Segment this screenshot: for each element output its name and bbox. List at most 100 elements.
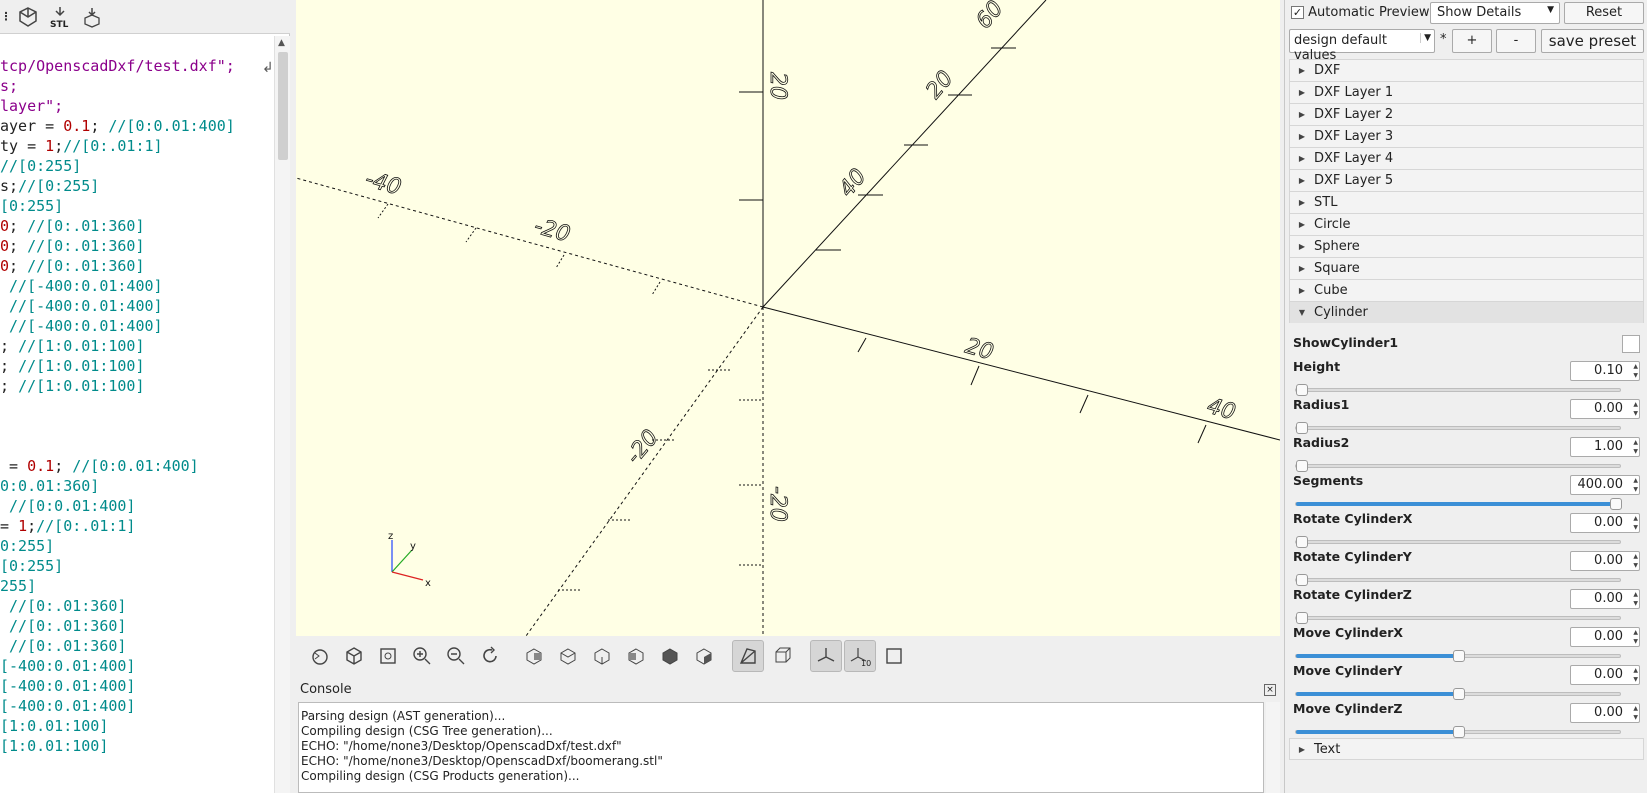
group-header-stl[interactable]: ▶ STL: [1289, 191, 1644, 213]
param-spinbox[interactable]: 0.00 ▲ ▼: [1570, 627, 1640, 647]
preset-select[interactable]: design default values ▼: [1289, 29, 1435, 63]
zoom-out-icon[interactable]: [440, 640, 472, 672]
code-line[interactable]: s;//[0:255]: [0, 176, 274, 196]
group-header-dxf-layer-5[interactable]: ▶ DXF Layer 5: [1289, 169, 1644, 191]
code-line[interactable]: //[0:255]: [0, 156, 274, 176]
show-axes-icon[interactable]: [810, 640, 842, 672]
param-slider[interactable]: [1295, 460, 1621, 472]
param-spinbox[interactable]: 0.00 ▲ ▼: [1570, 551, 1640, 571]
code-line[interactable]: ; //[1:0.01:100]: [0, 356, 274, 376]
code-line[interactable]: 0; //[0:.01:360]: [0, 216, 274, 236]
spin-arrows-icon[interactable]: ▲ ▼: [1633, 590, 1638, 608]
slider-handle[interactable]: [1296, 384, 1308, 396]
slider-handle[interactable]: [1453, 688, 1465, 700]
view-back-icon[interactable]: [688, 640, 720, 672]
slider-handle[interactable]: [1296, 612, 1308, 624]
param-slider[interactable]: [1295, 422, 1621, 434]
param-spinbox[interactable]: 0.00 ▲ ▼: [1570, 589, 1640, 609]
view-top-icon[interactable]: [552, 640, 584, 672]
code-line[interactable]: [-400:0.01:400]: [0, 696, 274, 716]
code-editor[interactable]: ⋮ STL tcp/OpenscadDxf/test.dxf"; s; layer"…: [0, 0, 290, 793]
code-line[interactable]: //[0:.01:360]: [0, 616, 274, 636]
spin-arrows-icon[interactable]: ▲ ▼: [1633, 400, 1638, 418]
code-line[interactable]: = 1;//[0:.01:1]: [0, 516, 274, 536]
code-line[interactable]: ayer = 0.1; //[0:0.01:400]: [0, 116, 274, 136]
spin-arrows-icon[interactable]: ▲ ▼: [1633, 362, 1638, 380]
spin-arrows-icon[interactable]: ▲ ▼: [1633, 552, 1638, 570]
show-cylinder-checkbox[interactable]: [1622, 335, 1640, 353]
code-line[interactable]: = 0.1; //[0:0.01:400]: [0, 456, 274, 476]
spin-arrows-icon[interactable]: ▲ ▼: [1633, 666, 1638, 684]
code-line[interactable]: s;: [0, 76, 274, 96]
group-header-circle[interactable]: ▶ Circle: [1289, 213, 1644, 235]
code-line[interactable]: [1:0.01:100]: [0, 716, 274, 736]
spin-arrows-icon[interactable]: ▲ ▼: [1633, 704, 1638, 722]
group-header-text[interactable]: ▶ Text: [1289, 738, 1644, 760]
slider-handle[interactable]: [1296, 536, 1308, 548]
code-line[interactable]: //[0:.01:360]: [0, 636, 274, 656]
reset-view-icon[interactable]: [474, 640, 506, 672]
render-icon[interactable]: [14, 3, 42, 31]
code-line[interactable]: [0:255]: [0, 196, 274, 216]
view-right-icon[interactable]: [518, 640, 550, 672]
param-slider[interactable]: [1295, 384, 1621, 396]
param-spinbox[interactable]: 0.00 ▲ ▼: [1570, 703, 1640, 723]
code-line[interactable]: 255]: [0, 576, 274, 596]
perspective-icon[interactable]: [732, 640, 764, 672]
automatic-preview-checkbox[interactable]: ✓ Automatic Preview: [1291, 5, 1430, 20]
view-left-icon[interactable]: [620, 640, 652, 672]
code-line[interactable]: layer";: [0, 96, 274, 116]
code-line[interactable]: ; //[1:0.01:100]: [0, 376, 274, 396]
console-scrollbar[interactable]: [1266, 702, 1280, 793]
code-line[interactable]: [0, 416, 274, 436]
param-spinbox[interactable]: 0.00 ▲ ▼: [1570, 399, 1640, 419]
editor-scrollbar[interactable]: ▲: [274, 36, 290, 793]
code-line[interactable]: [0, 36, 274, 56]
code-line[interactable]: [1:0.01:100]: [0, 736, 274, 756]
group-text[interactable]: ▶ Text: [1289, 738, 1644, 760]
reset-button[interactable]: Reset: [1564, 2, 1644, 24]
param-spinbox[interactable]: 0.00 ▲ ▼: [1570, 665, 1640, 685]
code-line[interactable]: tcp/OpenscadDxf/test.dxf";: [0, 56, 274, 76]
send-to-print-icon[interactable]: [78, 3, 106, 31]
code-line[interactable]: ty = 1;//[0:.01:1]: [0, 136, 274, 156]
code-line[interactable]: 0; //[0:.01:360]: [0, 256, 274, 276]
param-spinbox[interactable]: 400.00 ▲ ▼: [1570, 475, 1640, 495]
render-icon[interactable]: [338, 640, 370, 672]
check-icon[interactable]: ✓: [1291, 6, 1304, 19]
param-spinbox[interactable]: 0.00 ▲ ▼: [1570, 513, 1640, 533]
param-spinbox[interactable]: 0.10 ▲ ▼: [1570, 361, 1640, 381]
close-icon[interactable]: ×: [1264, 684, 1276, 696]
code-line[interactable]: [0, 396, 274, 416]
slider-handle[interactable]: [1453, 726, 1465, 738]
code-line[interactable]: [-400:0.01:400]: [0, 656, 274, 676]
group-header-dxf-layer-3[interactable]: ▶ DXF Layer 3: [1289, 125, 1644, 147]
console-output[interactable]: Parsing design (AST generation)... Compil…: [298, 702, 1264, 793]
group-header-square[interactable]: ▶ Square: [1289, 257, 1644, 279]
slider-handle[interactable]: [1296, 574, 1308, 586]
code-line[interactable]: [0, 436, 274, 456]
spin-arrows-icon[interactable]: ▲ ▼: [1633, 476, 1638, 494]
remove-preset-button[interactable]: -: [1496, 29, 1536, 53]
code-line[interactable]: ; //[1:0.01:100]: [0, 336, 274, 356]
param-slider[interactable]: [1295, 612, 1621, 624]
show-scale-icon[interactable]: 10: [844, 640, 876, 672]
scroll-thumb[interactable]: [278, 52, 288, 160]
group-header-cube[interactable]: ▶ Cube: [1289, 279, 1644, 301]
preview-icon[interactable]: [304, 640, 336, 672]
details-select[interactable]: Show Details ▼: [1430, 2, 1560, 24]
slider-handle[interactable]: [1296, 422, 1308, 434]
param-slider[interactable]: [1295, 650, 1621, 662]
zoom-in-icon[interactable]: [406, 640, 438, 672]
code-line[interactable]: //[-400:0.01:400]: [0, 316, 274, 336]
code-line[interactable]: //[0:0.01:400]: [0, 496, 274, 516]
orthogonal-icon[interactable]: [766, 640, 798, 672]
slider-handle[interactable]: [1453, 650, 1465, 662]
group-header-sphere[interactable]: ▶ Sphere: [1289, 235, 1644, 257]
code-line[interactable]: //[-400:0.01:400]: [0, 276, 274, 296]
view-front-icon[interactable]: [654, 640, 686, 672]
code-line[interactable]: [-400:0.01:400]: [0, 676, 274, 696]
group-header-cylinder[interactable]: ▼ Cylinder: [1289, 301, 1644, 323]
menu-edge-icon[interactable]: ⋮: [1, 3, 12, 31]
spin-arrows-icon[interactable]: ▲ ▼: [1633, 628, 1638, 646]
